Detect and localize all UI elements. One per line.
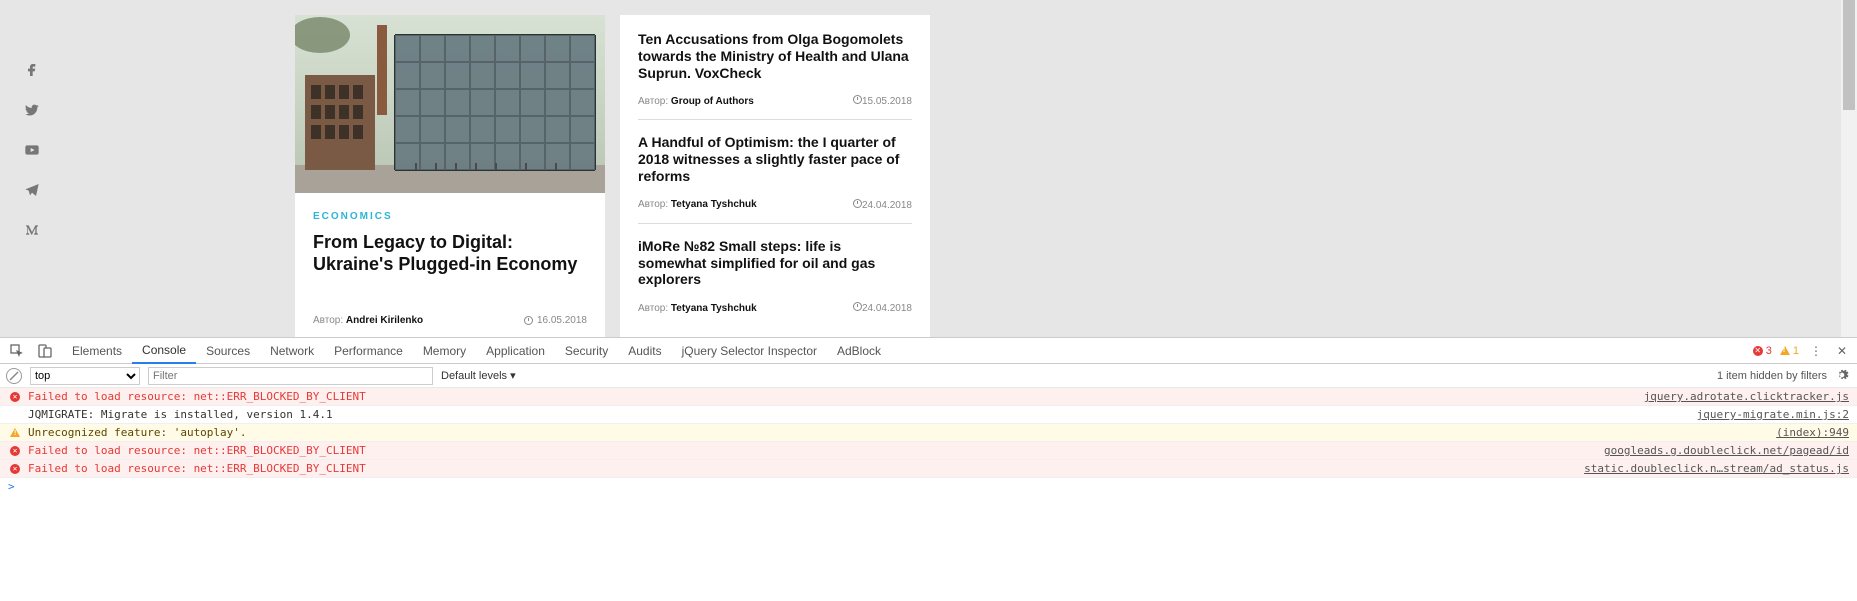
- author-prefix: Автор:: [638, 199, 671, 210]
- log-source[interactable]: jquery-migrate.min.js:2: [1697, 408, 1849, 421]
- log-row[interactable]: ✕ Failed to load resource: net::ERR_BLOC…: [0, 388, 1857, 406]
- tab-performance[interactable]: Performance: [324, 339, 413, 363]
- page-scrollbar[interactable]: [1841, 0, 1857, 337]
- medium-icon[interactable]: [24, 222, 42, 240]
- log-source[interactable]: (index):949: [1776, 426, 1849, 439]
- telegram-icon[interactable]: [24, 182, 42, 200]
- featured-image: [295, 15, 605, 193]
- clock-icon: [853, 302, 862, 311]
- category-label[interactable]: ECONOMICS: [313, 211, 587, 222]
- hidden-items-text: 1 item hidden by filters: [1717, 370, 1827, 382]
- error-icon: ✕: [10, 392, 20, 402]
- tab-console[interactable]: Console: [132, 338, 196, 364]
- devtools-tabs: Elements Console Sources Network Perform…: [0, 338, 1857, 364]
- author-prefix: Автор:: [638, 303, 671, 314]
- featured-title[interactable]: From Legacy to Digital: Ukraine's Plugge…: [313, 232, 587, 275]
- log-message: Failed to load resource: net::ERR_BLOCKE…: [28, 462, 1572, 475]
- social-sidebar: [24, 62, 42, 240]
- filter-input[interactable]: [148, 367, 433, 385]
- log-row[interactable]: Unrecognized feature: 'autoplay'. (index…: [0, 424, 1857, 442]
- log-source[interactable]: jquery.adrotate.clicktracker.js: [1644, 390, 1849, 403]
- log-message: Failed to load resource: net::ERR_BLOCKE…: [28, 444, 1592, 457]
- log-row[interactable]: ✕ Failed to load resource: net::ERR_BLOC…: [0, 460, 1857, 478]
- article-title[interactable]: Ten Accusations from Olga Bogomolets tow…: [638, 31, 912, 81]
- author-name[interactable]: Andrei Kirilenko: [346, 315, 423, 326]
- clock-icon: [524, 316, 533, 325]
- featured-meta: Автор: Andrei Kirilenko 16.05.2018: [295, 315, 605, 326]
- tab-security[interactable]: Security: [555, 339, 618, 363]
- error-count-badge[interactable]: ✕3: [1753, 345, 1772, 357]
- clock-icon: [853, 95, 862, 104]
- error-icon: ✕: [10, 446, 20, 456]
- tab-sources[interactable]: Sources: [196, 339, 260, 363]
- featured-article-card[interactable]: ECONOMICS From Legacy to Digital: Ukrain…: [295, 15, 605, 337]
- scrollbar-thumb[interactable]: [1843, 0, 1855, 110]
- tab-memory[interactable]: Memory: [413, 339, 476, 363]
- date-text: 24.04.2018: [862, 200, 912, 211]
- article-title[interactable]: A Handful of Optimism: the I quarter of …: [638, 134, 912, 184]
- tab-audits[interactable]: Audits: [618, 339, 671, 363]
- console-toolbar: top Default levels ▾ 1 item hidden by fi…: [0, 364, 1857, 388]
- log-source[interactable]: googleads.g.doubleclick.net/pagead/id: [1604, 444, 1849, 457]
- warning-icon: [10, 428, 20, 437]
- list-item[interactable]: iMoRe №82 Small steps: life is somewhat …: [638, 238, 912, 314]
- twitter-icon[interactable]: [24, 102, 42, 120]
- gear-icon[interactable]: [1835, 368, 1851, 384]
- youtube-icon[interactable]: [24, 142, 42, 160]
- device-toggle-icon[interactable]: [36, 342, 54, 360]
- tab-elements[interactable]: Elements: [62, 339, 132, 363]
- devtools-panel: Elements Console Sources Network Perform…: [0, 337, 1857, 601]
- log-message: JQMIGRATE: Migrate is installed, version…: [28, 408, 1685, 421]
- clear-console-icon[interactable]: [6, 368, 22, 384]
- tab-adblock[interactable]: AdBlock: [827, 339, 891, 363]
- console-prompt[interactable]: >: [0, 478, 1857, 495]
- inspect-icon[interactable]: [8, 342, 26, 360]
- facebook-icon[interactable]: [24, 62, 42, 80]
- error-icon: ✕: [10, 464, 20, 474]
- close-icon[interactable]: ✕: [1833, 342, 1851, 360]
- log-message: Failed to load resource: net::ERR_BLOCKE…: [28, 390, 1632, 403]
- context-select[interactable]: top: [30, 367, 140, 385]
- tab-jquery-inspector[interactable]: jQuery Selector Inspector: [672, 339, 827, 363]
- log-row[interactable]: JQMIGRATE: Migrate is installed, version…: [0, 406, 1857, 424]
- date-text: 15.05.2018: [862, 96, 912, 107]
- date-text: 16.05.2018: [537, 315, 587, 326]
- article-title[interactable]: iMoRe №82 Small steps: life is somewhat …: [638, 238, 912, 288]
- tab-network[interactable]: Network: [260, 339, 324, 363]
- tab-application[interactable]: Application: [476, 339, 555, 363]
- author-prefix: Автор:: [638, 96, 671, 107]
- more-icon[interactable]: ⋮: [1807, 342, 1825, 360]
- log-levels-dropdown[interactable]: Default levels ▾: [441, 369, 516, 382]
- log-source[interactable]: static.doubleclick.n…stream/ad_status.js: [1584, 462, 1849, 475]
- author-prefix: Автор:: [313, 315, 346, 326]
- clock-icon: [853, 199, 862, 208]
- log-row[interactable]: ✕ Failed to load resource: net::ERR_BLOC…: [0, 442, 1857, 460]
- console-log: ✕ Failed to load resource: net::ERR_BLOC…: [0, 388, 1857, 478]
- list-item[interactable]: Ten Accusations from Olga Bogomolets tow…: [638, 31, 912, 120]
- author-name[interactable]: Tetyana Tyshchuk: [671, 199, 757, 210]
- log-message: Unrecognized feature: 'autoplay'.: [28, 426, 1764, 439]
- article-list-card: Ten Accusations from Olga Bogomolets tow…: [620, 15, 930, 337]
- date-text: 24.04.2018: [862, 303, 912, 314]
- author-name[interactable]: Group of Authors: [671, 96, 754, 107]
- warning-count-badge[interactable]: 1: [1780, 345, 1799, 357]
- author-name[interactable]: Tetyana Tyshchuk: [671, 303, 757, 314]
- list-item[interactable]: A Handful of Optimism: the I quarter of …: [638, 134, 912, 223]
